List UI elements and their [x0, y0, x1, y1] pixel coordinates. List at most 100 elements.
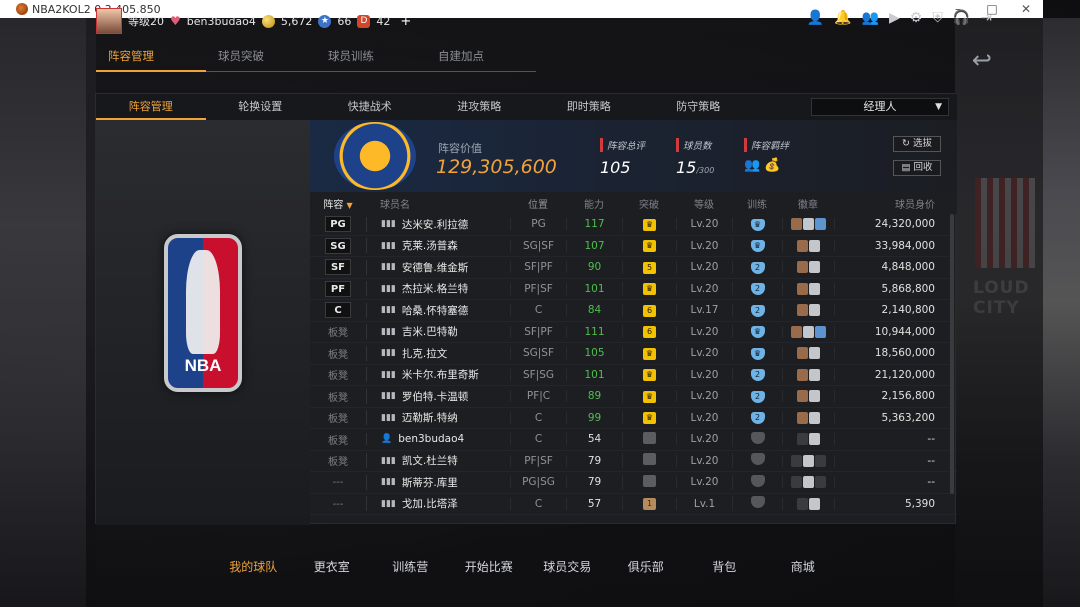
position-tag[interactable]: SF — [325, 259, 351, 276]
row-training[interactable] — [732, 474, 782, 490]
nav-my-team[interactable]: 我的球队 — [214, 558, 293, 575]
row-slot[interactable]: C — [310, 302, 366, 319]
table-row[interactable]: 板凳 👤 ben3budao4 C 54 Lv.20 -- — [310, 429, 957, 451]
row-badges[interactable] — [782, 282, 834, 295]
row-breakthrough[interactable] — [622, 453, 676, 469]
row-breakthrough[interactable]: ♛ — [622, 346, 676, 360]
row-badges[interactable] — [782, 304, 834, 317]
row-slot[interactable]: 板凳 — [310, 324, 366, 339]
row-training[interactable]: ♛ — [732, 346, 782, 360]
row-breakthrough[interactable]: 1 — [622, 497, 676, 511]
header-breakthrough[interactable]: 突破 — [622, 196, 676, 211]
row-badges[interactable] — [782, 218, 834, 231]
row-slot[interactable]: 板凳 — [310, 367, 366, 382]
row-slot[interactable]: 板凳 — [310, 453, 366, 468]
row-slot[interactable]: --- — [310, 498, 366, 510]
position-tag[interactable]: PG — [325, 216, 351, 233]
nav-training-camp[interactable]: 训练营 — [371, 558, 450, 575]
header-training[interactable]: 训练 — [732, 196, 782, 211]
row-training[interactable]: ♛ — [732, 217, 782, 231]
nav-start-game[interactable]: 开始比赛 — [450, 558, 529, 575]
table-row[interactable]: SF ▮▮▮ 安德鲁.维金斯 SF|PF 90 5 Lv.20 2 4,848,000 — [310, 257, 957, 279]
row-badges[interactable] — [782, 347, 834, 360]
row-badges[interactable] — [782, 368, 834, 381]
table-row[interactable]: --- ▮▮▮ 戈加.比塔泽 C 57 1 Lv.1 5,390 — [310, 494, 957, 515]
exit-icon[interactable]: ⇥ — [980, 10, 992, 26]
row-player-name[interactable]: 👤 ben3budao4 — [366, 433, 510, 446]
headset-icon[interactable]: 🎧 — [953, 10, 970, 26]
row-breakthrough[interactable]: 6 — [622, 325, 676, 339]
back-arrow-icon[interactable]: ↩ — [972, 46, 992, 74]
friends-icon[interactable]: 👥 — [862, 10, 879, 26]
row-training[interactable]: 2 — [732, 282, 782, 296]
header-name[interactable]: 球员名 — [366, 196, 510, 211]
row-player-name[interactable]: ▮▮▮ 罗伯特.卡温顿 — [366, 388, 510, 404]
row-badges[interactable] — [782, 325, 834, 338]
row-player-name[interactable]: ▮▮▮ 达米安.利拉德 — [366, 216, 510, 232]
row-player-name[interactable]: ▮▮▮ 扎克.拉文 — [366, 345, 510, 361]
row-badges[interactable] — [782, 239, 834, 252]
table-row[interactable]: --- ▮▮▮ 斯蒂芬.库里 PG|SG 79 Lv.20 -- — [310, 472, 957, 494]
subtab-instant[interactable]: 即时策略 — [534, 94, 644, 120]
position-tag[interactable]: SG — [325, 237, 351, 254]
subtab-rotation[interactable]: 轮换设置 — [206, 94, 316, 120]
row-player-name[interactable]: ▮▮▮ 杰拉米.格兰特 — [366, 281, 510, 297]
row-slot[interactable]: 板凳 — [310, 432, 366, 447]
row-badges[interactable] — [782, 411, 834, 424]
row-training[interactable]: 2 — [732, 260, 782, 274]
row-player-name[interactable]: ▮▮▮ 哈桑.怀特塞德 — [366, 302, 510, 318]
subtab-offense[interactable]: 进攻策略 — [425, 94, 535, 120]
row-player-name[interactable]: ▮▮▮ 凯文.杜兰特 — [366, 453, 510, 469]
row-badges[interactable] — [782, 454, 834, 467]
tab-player-training[interactable]: 球员训练 — [316, 48, 426, 72]
row-badges[interactable] — [782, 497, 834, 510]
table-scrollbar[interactable] — [950, 214, 954, 494]
row-player-name[interactable]: ▮▮▮ 吉米.巴特勒 — [366, 324, 510, 340]
row-breakthrough[interactable]: ♛ — [622, 389, 676, 403]
shield-icon[interactable]: ⛨ — [932, 10, 943, 26]
row-breakthrough[interactable]: ♛ — [622, 239, 676, 253]
table-row[interactable]: C ▮▮▮ 哈桑.怀特塞德 C 84 6 Lv.17 2 2,140,800 — [310, 300, 957, 322]
avatar[interactable] — [96, 8, 122, 34]
header-badges[interactable]: 徽章 — [782, 196, 834, 211]
table-row[interactable]: PF ▮▮▮ 杰拉米.格兰特 PF|SF 101 ♛ Lv.20 2 5,868,800 — [310, 279, 957, 300]
row-breakthrough[interactable]: ♛ — [622, 282, 676, 296]
tab-custom-points[interactable]: 自建加点 — [426, 48, 536, 72]
row-slot[interactable]: PG — [310, 216, 366, 233]
row-badges[interactable] — [782, 476, 834, 489]
row-breakthrough[interactable]: ♛ — [622, 411, 676, 425]
row-player-name[interactable]: ▮▮▮ 克莱.汤普森 — [366, 238, 510, 254]
row-breakthrough[interactable]: 5 — [622, 260, 676, 274]
table-row[interactable]: 板凳 ▮▮▮ 迈勒斯.特纳 C 99 ♛ Lv.20 2 5,363,200 — [310, 408, 957, 429]
video-icon[interactable]: ▶ — [889, 10, 900, 26]
row-training[interactable] — [732, 431, 782, 447]
row-breakthrough[interactable]: 6 — [622, 303, 676, 317]
row-training[interactable]: ♛ — [732, 239, 782, 253]
bell-icon[interactable]: 🔔 — [834, 10, 851, 26]
row-breakthrough[interactable]: ♛ — [622, 217, 676, 231]
row-slot[interactable]: 板凳 — [310, 346, 366, 361]
gear-icon[interactable]: ⚙ — [910, 10, 923, 26]
row-player-name[interactable]: ▮▮▮ 安德鲁.维金斯 — [366, 259, 510, 275]
row-player-name[interactable]: ▮▮▮ 斯蒂芬.库里 — [366, 474, 510, 490]
nav-store[interactable]: 商城 — [764, 558, 843, 575]
add-currency-button[interactable]: + — [400, 14, 411, 29]
bond-icons[interactable]: 👥 💰 — [744, 158, 789, 173]
header-position[interactable]: 位置 — [510, 196, 566, 211]
row-badges[interactable] — [782, 261, 834, 274]
tab-player-breakthrough[interactable]: 球员突破 — [206, 48, 316, 72]
row-training[interactable]: 2 — [732, 303, 782, 317]
row-player-name[interactable]: ▮▮▮ 米卡尔.布里奇斯 — [366, 367, 510, 383]
header-value[interactable]: 球员身价 — [834, 196, 957, 211]
row-training[interactable]: 2 — [732, 389, 782, 403]
position-tag[interactable]: PF — [325, 280, 351, 297]
row-breakthrough[interactable]: ♛ — [622, 368, 676, 382]
row-training[interactable]: 2 — [732, 411, 782, 425]
scout-button[interactable]: ↻ 选拔 — [893, 136, 941, 152]
subtab-lineup[interactable]: 阵容管理 — [96, 94, 206, 120]
table-row[interactable]: 板凳 ▮▮▮ 凯文.杜兰特 PF|SF 79 Lv.20 -- — [310, 451, 957, 472]
subtab-quick-tactics[interactable]: 快捷战术 — [315, 94, 425, 120]
row-training[interactable]: 2 — [732, 368, 782, 382]
row-training[interactable] — [732, 496, 782, 512]
row-slot[interactable]: PF — [310, 280, 366, 297]
